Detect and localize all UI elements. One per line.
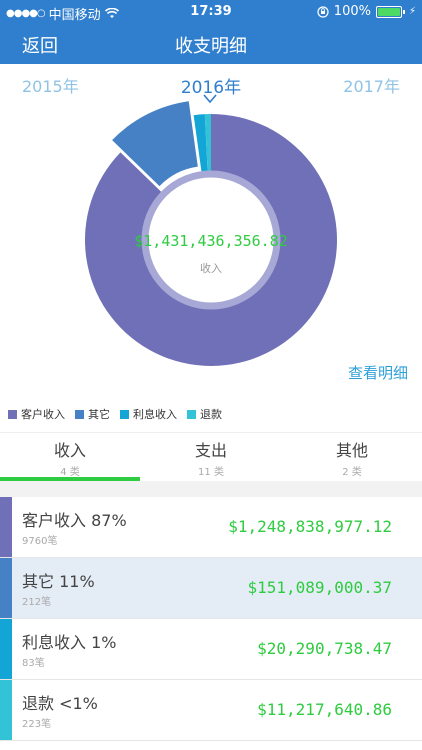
battery-icon — [375, 5, 405, 18]
item-title: 客户收入 87% — [22, 511, 127, 530]
legend-swatch — [75, 409, 84, 419]
view-detail-link[interactable]: 查看明细 — [348, 362, 408, 383]
legend-swatch — [8, 409, 17, 419]
color-bar — [0, 558, 12, 618]
legend-swatch — [120, 409, 129, 419]
item-count: 223笔 — [22, 719, 52, 730]
list-item-interest-income[interactable]: 利息收入 1% 83笔 $20,290,738.47 — [0, 619, 422, 680]
item-amount: $11,217,640.86 — [257, 700, 392, 719]
list-item-refund[interactable]: 退款 <1% 223笔 $11,217,640.86 — [0, 680, 422, 741]
tab-expense-count: 11 类 — [198, 467, 224, 478]
legend-label: 利息收入 — [133, 408, 177, 421]
item-title: 利息收入 1% — [22, 633, 117, 652]
legend-swatch — [187, 409, 196, 419]
battery-percent: 100% — [333, 4, 371, 19]
item-count: 9760笔 — [22, 536, 58, 547]
legend-item: 客户收入 — [8, 406, 65, 422]
charging-icon: ⚡ — [408, 6, 416, 17]
list-item-customer-income[interactable]: 客户收入 87% 9760笔 $1,248,838,977.12 — [0, 497, 422, 558]
tab-other-label: 其他 — [335, 441, 368, 460]
tab-other[interactable]: 其他 2 类 — [282, 433, 422, 483]
item-title: 退款 <1% — [22, 694, 98, 713]
item-amount: $151,089,000.37 — [247, 578, 393, 597]
color-bar — [0, 619, 12, 679]
tab-expense-label: 支出 — [194, 441, 227, 460]
total-label: 收入 — [200, 262, 222, 275]
chart-legend: 客户收入 其它 利息收入 退款 — [8, 406, 222, 422]
legend-label: 其它 — [88, 408, 110, 421]
color-bar — [0, 680, 12, 740]
color-bar — [0, 497, 12, 557]
legend-label: 退款 — [200, 408, 222, 421]
tab-expense[interactable]: 支出 11 类 — [141, 433, 281, 483]
legend-item: 退款 — [187, 406, 222, 422]
item-amount: $20,290,738.47 — [257, 639, 392, 658]
page-title: 收支明细 — [175, 36, 247, 57]
item-count: 212笔 — [22, 597, 52, 608]
tab-income-count: 4 类 — [60, 467, 80, 478]
legend-item: 其它 — [75, 406, 110, 422]
section-divider — [0, 481, 422, 497]
status-right: 100% ⚡ — [317, 4, 416, 19]
income-category-list: 客户收入 87% 9760笔 $1,248,838,977.12 其它 11% … — [0, 497, 422, 741]
item-title: 其它 11% — [22, 572, 95, 591]
nav-bar: 返回 收支明细 — [0, 24, 422, 64]
list-item-other[interactable]: 其它 11% 212笔 $151,089,000.37 — [0, 558, 422, 619]
orientation-lock-icon — [317, 5, 329, 18]
year-next-button[interactable]: 2017年 — [343, 73, 400, 97]
legend-item: 利息收入 — [120, 406, 177, 422]
tab-income[interactable]: 收入 4 类 — [0, 433, 140, 483]
category-tabs: 收入 4 类 支出 11 类 其他 2 类 — [0, 432, 422, 482]
item-count: 83笔 — [22, 658, 45, 669]
status-bar: ●●●●○ 中国移动 17:39 100% ⚡ — [0, 0, 422, 24]
tab-other-count: 2 类 — [342, 467, 362, 478]
item-amount: $1,248,838,977.12 — [228, 517, 392, 536]
total-amount: $1,431,436,356.82 — [134, 232, 288, 250]
legend-label: 客户收入 — [21, 408, 65, 421]
tab-income-label: 收入 — [53, 441, 86, 460]
